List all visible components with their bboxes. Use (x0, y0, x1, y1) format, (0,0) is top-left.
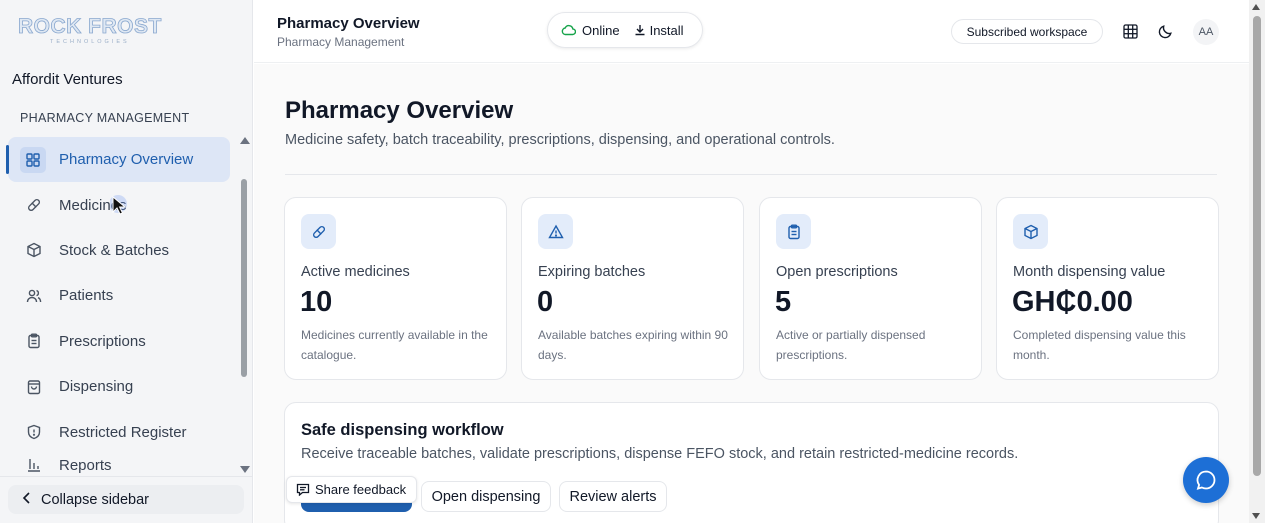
stat-label: Open prescriptions (776, 264, 898, 280)
chevron-left-icon (22, 492, 31, 507)
sidebar-item-label: Pharmacy Overview (59, 151, 194, 169)
bag-icon (25, 378, 42, 395)
workflow-title: Safe dispensing workflow (301, 421, 504, 439)
sidebar-item-stock-batches[interactable]: Stock & Batches (8, 228, 230, 273)
page-title: Pharmacy Overview (285, 97, 514, 124)
page-scroll-thumb[interactable] (1253, 16, 1261, 476)
sidebar-item-label: Stock & Batches (59, 241, 170, 259)
stat-description: Completed dispensing value this month. (1013, 328, 1186, 362)
moon-icon[interactable] (1156, 22, 1174, 40)
feedback-icon (296, 483, 310, 496)
stat-description: Active or partially dispensed prescripti… (776, 328, 926, 362)
scroll-up-arrow-icon[interactable] (1252, 4, 1260, 10)
sidebar-item-patients[interactable]: Patients (8, 273, 230, 318)
sidebar-divider (0, 476, 253, 477)
grid-icon (20, 146, 46, 173)
subscribed-workspace-badge[interactable]: Subscribed workspace (951, 19, 1103, 44)
alert-triangle-icon (538, 214, 573, 249)
scroll-up-arrow-icon[interactable] (240, 137, 250, 144)
stat-description: Available batches expiring within 90 day… (538, 328, 728, 362)
stat-description: Medicines currently available in the cat… (301, 328, 488, 362)
section-divider (285, 174, 1217, 175)
install-button[interactable]: Install (634, 23, 684, 38)
stat-value: 10 (300, 286, 333, 318)
shield-icon (25, 424, 42, 441)
chart-icon (25, 457, 42, 474)
stat-card-expiring-batches: Expiring batches 0 Available batches exp… (521, 197, 744, 380)
open-dispensing-button[interactable]: Open dispensing (421, 481, 551, 512)
share-feedback-button[interactable]: Share feedback (286, 476, 417, 503)
apps-grid-icon[interactable] (1121, 22, 1139, 40)
stat-label: Expiring batches (538, 264, 646, 280)
stat-value: GH₵0.00 (1012, 286, 1133, 318)
users-icon (25, 287, 42, 304)
brand-logo[interactable]: ROCK FROST TECHNOLOGIES (16, 14, 176, 46)
status-pill: Online Install (547, 12, 703, 48)
sidebar-item-pharmacy-overview[interactable]: Pharmacy Overview (6, 137, 230, 183)
mouse-cursor-icon (110, 195, 127, 215)
cloud-icon (561, 24, 576, 36)
online-status: Online (582, 22, 620, 38)
stat-label: Active medicines (301, 264, 410, 280)
main-content: Pharmacy Overview Medicine safety, batch… (254, 64, 1249, 523)
sidebar-item-restricted-register[interactable]: Restricted Register (8, 409, 230, 454)
chat-bubble-icon (1196, 470, 1216, 490)
collapse-sidebar-button[interactable]: Collapse sidebar (8, 485, 244, 514)
sidebar-item-label: Reports (59, 456, 112, 474)
scroll-down-arrow-icon[interactable] (1252, 513, 1260, 519)
nav-section-label: PHARMACY MANAGEMENT (20, 111, 190, 125)
sidebar-nav: Pharmacy Overview Medicines Stock & Batc… (6, 137, 230, 477)
box-icon (1013, 214, 1048, 249)
sidebar-item-dispensing[interactable]: Dispensing (8, 364, 230, 409)
stat-card-active-medicines: Active medicines 10 Medicines currently … (284, 197, 507, 380)
sidebar-item-label: Dispensing (59, 378, 134, 396)
header-subtitle: Pharmacy Management (277, 35, 405, 49)
stats-cards: Active medicines 10 Medicines currently … (284, 197, 1219, 381)
avatar[interactable]: AA (1193, 19, 1219, 45)
sidebar-scrollbar[interactable] (238, 137, 250, 473)
clipboard-icon (776, 214, 811, 249)
review-alerts-button[interactable]: Review alerts (559, 481, 667, 512)
app-window: ROCK FROST TECHNOLOGIES Affordit Venture… (0, 0, 1265, 523)
workspace-name: Affordit Ventures (12, 71, 123, 88)
sidebar-scroll-thumb[interactable] (241, 179, 247, 377)
stat-card-open-prescriptions: Open prescriptions 5 Active or partially… (759, 197, 982, 380)
header-title: Pharmacy Overview (277, 15, 420, 32)
svg-text:ROCK FROST: ROCK FROST (18, 15, 162, 38)
sidebar-item-reports[interactable]: Reports (8, 455, 230, 477)
pill-icon (25, 197, 42, 214)
package-icon (25, 242, 42, 259)
share-feedback-label: Share feedback (315, 482, 407, 497)
workflow-panel: Safe dispensing workflow Receive traceab… (284, 402, 1219, 523)
download-icon (635, 25, 645, 36)
stat-card-month-dispensing-value: Month dispensing value GH₵0.00 Completed… (996, 197, 1219, 380)
page-scrollbar[interactable] (1249, 0, 1265, 523)
stat-value: 0 (537, 286, 554, 318)
workflow-description: Receive traceable batches, validate pres… (301, 446, 1019, 462)
collapse-sidebar-label: Collapse sidebar (41, 491, 150, 508)
pill-icon (301, 214, 336, 249)
sidebar-item-label: Prescriptions (59, 332, 146, 350)
svg-text:TECHNOLOGIES: TECHNOLOGIES (50, 39, 130, 45)
clipboard-icon (25, 333, 42, 350)
stat-value: 5 (775, 286, 792, 318)
sidebar-item-prescriptions[interactable]: Prescriptions (8, 319, 230, 364)
chat-button[interactable] (1183, 457, 1229, 503)
page-subtitle: Medicine safety, batch traceability, pre… (285, 132, 835, 148)
install-label: Install (649, 22, 684, 38)
top-header: Pharmacy Overview Pharmacy Management On… (254, 0, 1249, 63)
sidebar-item-label: Patients (59, 287, 114, 305)
stat-label: Month dispensing value (1013, 264, 1166, 280)
scroll-down-arrow-icon[interactable] (240, 466, 250, 473)
sidebar-item-label: Restricted Register (59, 423, 187, 441)
sidebar: ROCK FROST TECHNOLOGIES Affordit Venture… (0, 0, 253, 523)
